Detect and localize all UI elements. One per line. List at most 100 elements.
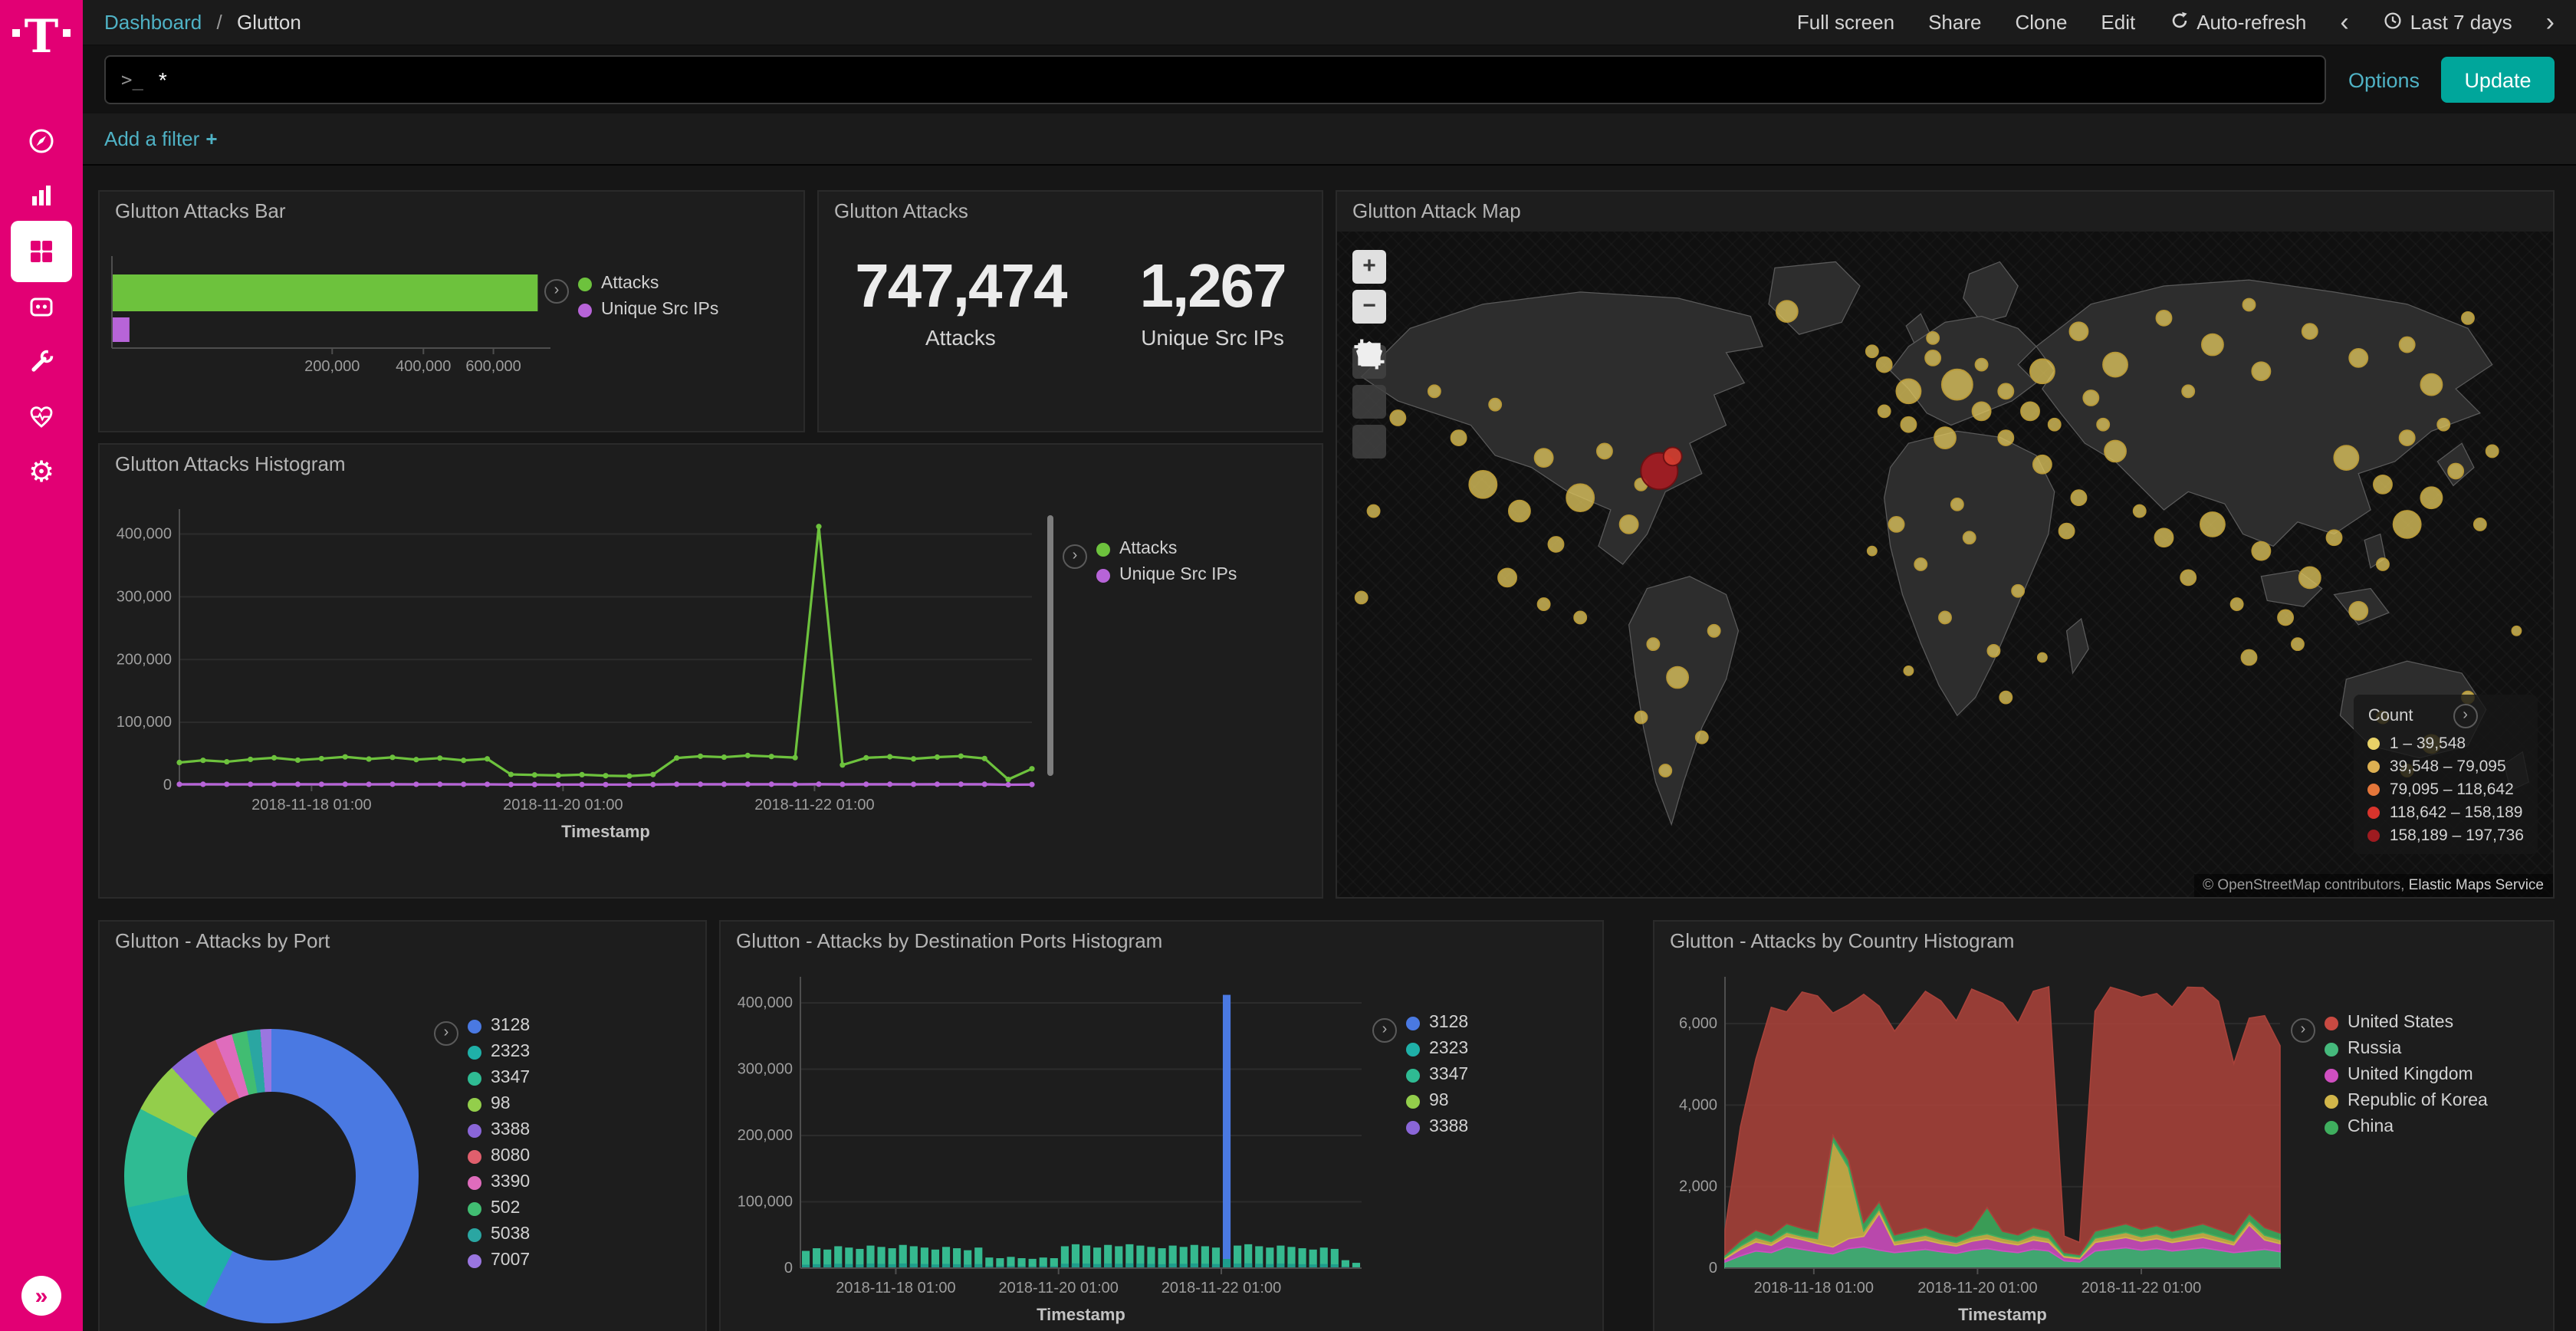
- clone-button[interactable]: Clone: [2015, 11, 2067, 34]
- legend-item[interactable]: 79,095 – 118,642: [2368, 781, 2524, 799]
- svg-text:0: 0: [1709, 1260, 1717, 1277]
- dashboard-grid: Glutton Attacks Bar 200,000400,000600,00…: [83, 166, 2576, 1331]
- metric-group: 747,474 Attacks 1,267 Unique Src IPs: [819, 253, 1322, 350]
- breadcrumb-current: Glutton: [237, 11, 301, 34]
- legend-item[interactable]: 3347: [1406, 1066, 1468, 1084]
- sidebar-item-visualize[interactable]: [0, 169, 83, 224]
- wrench-icon: [28, 348, 55, 376]
- add-filter-link[interactable]: Add a filter+: [104, 127, 218, 150]
- legend-item[interactable]: 3128: [468, 1017, 530, 1035]
- ports-legend: 3128 2323 3347 98 3388 8080 3390 502 5038 7007: [468, 1017, 530, 1277]
- sidebar-item-monitoring[interactable]: [0, 389, 83, 445]
- svg-text:200,000: 200,000: [738, 1127, 793, 1144]
- legend-item[interactable]: United Kingdom: [2325, 1066, 2488, 1084]
- legend-color-dot: [1406, 1042, 1420, 1056]
- dashboard-icon: [11, 221, 72, 282]
- compass-icon: [28, 127, 55, 155]
- full-screen-button[interactable]: Full screen: [1797, 11, 1894, 34]
- breadcrumb-separator: /: [216, 11, 222, 34]
- attacks-histogram-legend: Attacks Unique Src IPs: [1096, 540, 1237, 592]
- legend-item[interactable]: 8080: [468, 1147, 530, 1165]
- time-range-button[interactable]: Last 7 days: [2383, 10, 2512, 35]
- country-legend: United States Russia United Kingdom Republi…: [2325, 1014, 2488, 1144]
- legend-item[interactable]: 98: [468, 1095, 530, 1113]
- logo-dot-right: [63, 29, 71, 37]
- svg-text:2018-11-22 01:00: 2018-11-22 01:00: [2082, 1280, 2201, 1296]
- legend-item[interactable]: 2323: [468, 1043, 530, 1061]
- legend-color-dot: [1406, 1068, 1420, 1082]
- legend-item[interactable]: 3128: [1406, 1014, 1468, 1032]
- legend-item[interactable]: Unique Src IPs: [578, 301, 718, 319]
- legend-item[interactable]: 5038: [468, 1225, 530, 1244]
- sidebar-item-dev-tools[interactable]: [0, 334, 83, 389]
- legend-toggle-icon[interactable]: ›: [434, 1021, 458, 1046]
- legend-item[interactable]: Attacks: [1096, 540, 1237, 558]
- legend-item[interactable]: Russia: [2325, 1040, 2488, 1058]
- legend-color-dot: [1096, 542, 1110, 556]
- legend-toggle-icon[interactable]: ›: [2453, 704, 2478, 728]
- legend-item[interactable]: 39,548 – 79,095: [2368, 758, 2524, 776]
- update-button[interactable]: Update: [2441, 57, 2555, 103]
- legend-item[interactable]: 3390: [468, 1173, 530, 1191]
- metric-value: 1,267: [1139, 253, 1285, 322]
- map-count-ranges: 1 – 39,548 39,548 – 79,095 79,095 – 118,64…: [2368, 735, 2524, 845]
- panel-scrollbar[interactable]: [1047, 515, 1053, 776]
- sidebar-collapse-button[interactable]: »: [21, 1276, 61, 1316]
- legend-color-dot: [578, 277, 592, 291]
- svg-text:200,000: 200,000: [117, 651, 172, 668]
- legend-item[interactable]: Republic of Korea: [2325, 1092, 2488, 1110]
- time-step-back-icon[interactable]: ‹: [2340, 9, 2348, 35]
- legend-color-dot: [468, 1201, 481, 1215]
- legend-item[interactable]: 3388: [1406, 1118, 1468, 1136]
- legend-color-dot: [2368, 738, 2380, 750]
- svg-text:2018-11-18 01:00: 2018-11-18 01:00: [251, 797, 371, 813]
- legend-item[interactable]: Unique Src IPs: [1096, 566, 1237, 584]
- filter-bar: Add a filter+: [83, 113, 2576, 166]
- query-input[interactable]: [156, 66, 2310, 94]
- svg-text:300,000: 300,000: [117, 588, 172, 605]
- telekom-logo[interactable]: T: [0, 0, 83, 101]
- sidebar-item-timelion[interactable]: [0, 279, 83, 334]
- sidebar-item-dashboard[interactable]: [0, 224, 83, 279]
- svg-text:2018-11-20 01:00: 2018-11-20 01:00: [1917, 1280, 2037, 1296]
- svg-text:400,000: 400,000: [738, 994, 793, 1011]
- legend-item[interactable]: 158,189 – 197,736: [2368, 827, 2524, 845]
- panel-title: Glutton Attacks Histogram: [100, 445, 1322, 485]
- world-attack-map[interactable]: + − Count› 1 – 39,5: [1337, 232, 2553, 897]
- legend-item[interactable]: 7007: [468, 1251, 530, 1270]
- edit-button[interactable]: Edit: [2101, 11, 2135, 34]
- legend-item[interactable]: 1 – 39,548: [2368, 735, 2524, 753]
- legend-item[interactable]: 502: [468, 1199, 530, 1218]
- time-step-forward-icon[interactable]: ›: [2546, 9, 2555, 35]
- legend-color-dot: [2368, 761, 2380, 773]
- options-link[interactable]: Options: [2348, 68, 2420, 91]
- svg-text:2018-11-20 01:00: 2018-11-20 01:00: [503, 797, 623, 813]
- svg-text:0: 0: [163, 777, 172, 794]
- legend-toggle-icon[interactable]: ›: [1372, 1018, 1397, 1043]
- legend-color-dot: [468, 1097, 481, 1111]
- rectangle-tool-button[interactable]: [1352, 425, 1386, 458]
- legend-color-dot: [468, 1071, 481, 1085]
- legend-item[interactable]: 98: [1406, 1092, 1468, 1110]
- sidebar-nav: ⚙: [0, 113, 83, 500]
- legend-toggle-icon[interactable]: ›: [1063, 544, 1087, 569]
- share-button[interactable]: Share: [1928, 11, 1981, 34]
- bar-chart-icon: [28, 182, 55, 210]
- legend-color-dot: [2368, 830, 2380, 842]
- legend-toggle-icon[interactable]: ›: [2291, 1018, 2315, 1043]
- legend-item[interactable]: 3388: [468, 1121, 530, 1139]
- legend-item[interactable]: Attacks: [578, 274, 718, 293]
- legend-color-dot: [2368, 784, 2380, 796]
- legend-item[interactable]: United States: [2325, 1014, 2488, 1032]
- legend-item[interactable]: China: [2325, 1118, 2488, 1136]
- legend-toggle-icon[interactable]: ›: [544, 279, 569, 304]
- legend-item[interactable]: 3347: [468, 1069, 530, 1087]
- auto-refresh-button[interactable]: Auto-refresh: [2169, 10, 2306, 35]
- legend-color-dot: [468, 1123, 481, 1137]
- sidebar-item-discover[interactable]: [0, 113, 83, 169]
- legend-item[interactable]: 118,642 – 158,189: [2368, 804, 2524, 822]
- top-actions: Full screen Share Clone Edit Auto-refres…: [1797, 9, 2555, 35]
- breadcrumb-dashboard-link[interactable]: Dashboard: [104, 11, 202, 34]
- sidebar-item-management[interactable]: ⚙: [0, 445, 83, 500]
- legend-item[interactable]: 2323: [1406, 1040, 1468, 1058]
